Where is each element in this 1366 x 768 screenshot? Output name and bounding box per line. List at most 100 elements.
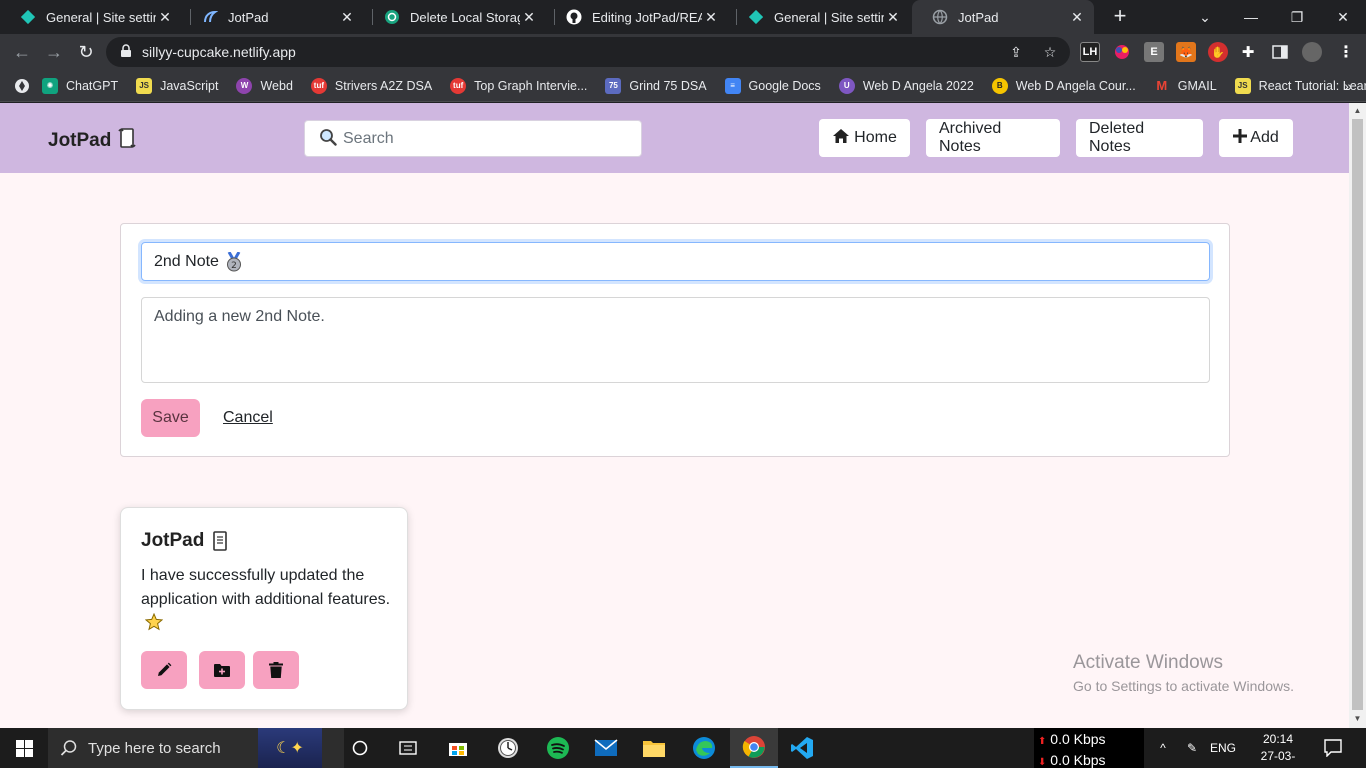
home-button[interactable]: Home — [819, 119, 910, 157]
bookmark-item[interactable]: W Webd — [236, 77, 293, 94]
scroll-down-icon[interactable]: ▼ — [1353, 714, 1362, 723]
windows-start-icon[interactable] — [0, 728, 48, 768]
browser-tab-active[interactable]: JotPad ✕ — [912, 0, 1094, 34]
page-scrollbar[interactable]: ▲ ▼ — [1349, 103, 1366, 728]
file-explorer-icon[interactable] — [630, 728, 678, 768]
url-text: sillyy-cupcake.netlify.app — [142, 44, 296, 60]
task-view-icon[interactable] — [336, 728, 384, 768]
vscode-icon[interactable] — [778, 728, 826, 768]
star-icon — [144, 612, 164, 639]
close-icon[interactable]: ✕ — [520, 8, 538, 26]
add-note-button[interactable]: Add — [1219, 119, 1293, 157]
share-icon[interactable]: ⇪ — [1006, 42, 1026, 62]
reload-icon[interactable]: ↻ — [74, 40, 98, 64]
extensions-puzzle-icon[interactable]: ✚ — [1238, 42, 1258, 62]
close-icon[interactable]: ✕ — [338, 8, 356, 26]
widgets-icon[interactable] — [384, 728, 432, 768]
bookmark-item[interactable]: ≡ Google Docs — [724, 77, 821, 94]
minimize-icon[interactable]: — — [1228, 0, 1274, 34]
spotify-icon[interactable] — [534, 728, 582, 768]
pen-icon[interactable]: ✎ — [1180, 728, 1204, 768]
search-box[interactable] — [304, 120, 642, 157]
extension-doc-icon[interactable]: E — [1144, 42, 1164, 62]
search-input[interactable] — [343, 129, 633, 148]
save-button[interactable]: Save — [141, 399, 200, 437]
browser-tab[interactable]: Editing JotPad/READM ✕ — [546, 0, 728, 34]
note-title-input[interactable]: 2nd Note 2 — [141, 242, 1210, 281]
bookmark-item[interactable]: B Web D Angela Cour... — [991, 77, 1136, 94]
archive-note-button[interactable] — [199, 651, 245, 689]
chrome-icon[interactable] — [730, 728, 778, 768]
download-arrow-icon: ⬇ — [1038, 757, 1047, 768]
browser-tab[interactable]: General | Site settings ✕ — [728, 0, 910, 34]
tab-title: Delete Local Storage D — [410, 9, 520, 25]
extension-color-icon[interactable] — [1112, 42, 1132, 62]
deleted-notes-button[interactable]: Deleted Notes — [1076, 119, 1203, 157]
language-indicator[interactable]: ENG — [1208, 728, 1238, 768]
svg-text:2: 2 — [231, 261, 237, 271]
address-bar[interactable]: sillyy-cupcake.netlify.app ⇪ ☆ — [106, 37, 1070, 67]
close-icon[interactable]: ✕ — [156, 8, 174, 26]
microsoft-store-icon[interactable] — [434, 728, 482, 768]
restore-icon[interactable]: ❐ — [1274, 0, 1320, 34]
extension-lh-icon[interactable]: LH — [1080, 42, 1100, 62]
bookmark-item[interactable]: tuf Strivers A2Z DSA — [310, 77, 432, 94]
clock-app-icon[interactable] — [484, 728, 532, 768]
chatgpt-icon: ✺ — [42, 77, 58, 94]
apps-icon[interactable] — [14, 78, 30, 94]
side-panel-icon[interactable] — [1270, 42, 1290, 62]
system-clock[interactable]: 20:14 27-03-2023 — [1252, 731, 1304, 768]
browser-tab-strip: General | Site settings ✕ JotPad ✕ Delet… — [0, 0, 1366, 34]
bookmark-item[interactable]: M GMAIL — [1154, 78, 1216, 94]
close-icon[interactable]: ✕ — [1068, 8, 1086, 26]
scroll-up-icon[interactable]: ▲ — [1353, 106, 1362, 115]
forward-icon[interactable]: → — [42, 40, 66, 64]
bookmark-item[interactable]: U Web D Angela 2022 — [838, 77, 974, 94]
bookmark-item[interactable]: ✺ ChatGPT — [42, 77, 118, 94]
back-icon[interactable]: ← — [10, 40, 34, 64]
delete-note-button[interactable] — [253, 651, 299, 689]
trash-icon — [269, 662, 283, 678]
close-window-icon[interactable]: ✕ — [1320, 0, 1366, 34]
cancel-link[interactable]: Cancel — [223, 409, 273, 427]
tab-title: General | Site settings — [46, 9, 156, 25]
scroll-icon — [210, 530, 230, 552]
brand[interactable]: JotPad — [48, 127, 137, 155]
webd-icon: W — [236, 77, 253, 94]
upload-arrow-icon: ⬆ — [1038, 736, 1047, 747]
browser-tab[interactable]: JotPad ✕ — [182, 0, 364, 34]
close-icon[interactable]: ✕ — [884, 8, 902, 26]
edit-note-button[interactable] — [141, 651, 187, 689]
bookmark-item[interactable]: 75 Grind 75 DSA — [605, 77, 707, 94]
note-title: JotPad — [141, 530, 230, 552]
tab-title: JotPad — [958, 9, 999, 25]
activate-windows-watermark: Activate Windows Go to Settings to activ… — [1073, 652, 1294, 694]
brand-title: JotPad — [48, 130, 112, 151]
metamask-icon[interactable]: 🦊 — [1176, 42, 1196, 62]
browser-tab[interactable]: Delete Local Storage D ✕ — [364, 0, 546, 34]
archived-notes-button[interactable]: Archived Notes — [926, 119, 1060, 157]
windows-taskbar: Type here to search ☾✦ ⬆ 0.0 Kbps ⬇ 0.0 … — [0, 728, 1366, 768]
more-bookmarks-icon[interactable]: » — [1344, 78, 1352, 94]
browser-tab[interactable]: General | Site settings ✕ — [0, 0, 182, 34]
search-highlight-icon[interactable]: ☾✦ — [258, 728, 322, 768]
netlify-icon — [20, 9, 36, 25]
chevron-up-icon[interactable]: ^ — [1152, 728, 1174, 768]
edge-icon[interactable] — [680, 728, 728, 768]
tab-search-icon[interactable]: ⌄ — [1182, 0, 1228, 34]
profile-avatar[interactable] — [1302, 42, 1322, 62]
menu-kebab-icon[interactable]: ⋮ — [1336, 42, 1356, 62]
mail-icon[interactable] — [582, 728, 630, 768]
bookmark-item[interactable]: JS JavaScript — [136, 77, 218, 94]
new-tab-icon[interactable]: + — [1108, 5, 1132, 29]
scrollbar-thumb[interactable] — [1352, 119, 1363, 710]
bookmark-star-icon[interactable]: ☆ — [1040, 42, 1060, 62]
search-icon — [60, 739, 78, 757]
adblock-icon[interactable]: ✋ — [1208, 42, 1228, 62]
notifications-icon[interactable] — [1318, 728, 1348, 768]
close-icon[interactable]: ✕ — [702, 8, 720, 26]
note-body-textarea[interactable]: Adding a new 2nd Note. — [141, 297, 1210, 383]
grind75-icon: 75 — [605, 77, 622, 94]
bookmark-item[interactable]: tuf Top Graph Intervie... — [450, 77, 587, 94]
gmail-icon: M — [1156, 78, 1168, 93]
